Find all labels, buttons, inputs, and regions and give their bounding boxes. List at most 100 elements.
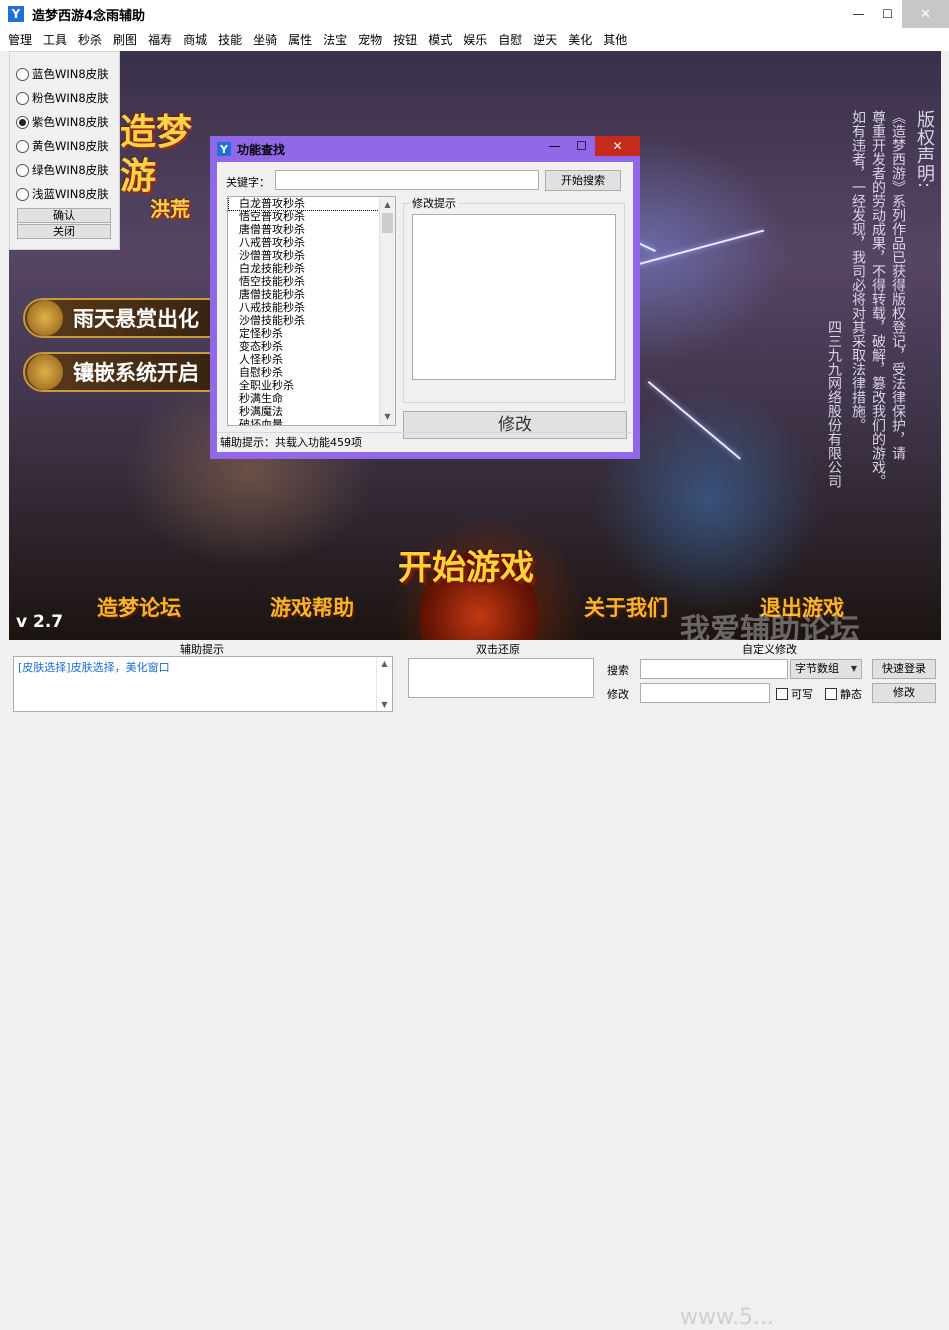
list-item[interactable]: 沙僧技能秒杀 [228, 314, 395, 327]
menu-item-shop[interactable]: 商城 [183, 31, 207, 48]
dialog-maximize-button[interactable]: ☐ [568, 136, 595, 156]
forum-link[interactable]: 造梦论坛 [97, 592, 181, 622]
radio-button-selected[interactable] [16, 115, 29, 129]
list-item[interactable]: 悟空普攻秒杀 [228, 210, 395, 223]
skin-option-label: 粉色WIN8皮肤 [32, 91, 109, 105]
skin-close-button[interactable]: 关闭 [17, 224, 111, 239]
skin-option-yellow[interactable]: 黄色WIN8皮肤 [10, 134, 119, 158]
menu-item-pets[interactable]: 宠物 [358, 31, 382, 48]
about-link[interactable]: 关于我们 [584, 592, 668, 622]
copyright-company: 四三九九网络股份有限公司 [826, 320, 842, 488]
window-title: 造梦西游4念雨辅助 [32, 8, 146, 24]
list-item[interactable]: 秒满生命 [228, 392, 395, 405]
menu-item-other[interactable]: 其他 [603, 31, 627, 48]
radio-button[interactable] [16, 163, 29, 177]
data-type-combo[interactable]: 字节数组 ▼ [790, 659, 862, 679]
list-item[interactable]: 白龙技能秒杀 [228, 262, 395, 275]
scroll-down-icon[interactable]: ▼ [381, 700, 387, 709]
menu-item-fortune[interactable]: 福寿 [148, 31, 172, 48]
radio-button[interactable] [16, 187, 29, 201]
skin-option-green[interactable]: 绿色WIN8皮肤 [10, 158, 119, 182]
menu-item-skills[interactable]: 技能 [218, 31, 242, 48]
static-label: 静态 [840, 688, 862, 701]
list-item[interactable]: 自慰秒杀 [228, 366, 395, 379]
menu-item-mount[interactable]: 坐骑 [253, 31, 277, 48]
skin-confirm-button[interactable]: 确认 [17, 208, 111, 223]
modify-hint-group: 修改提示 [403, 195, 625, 403]
menu-item-mode[interactable]: 模式 [428, 31, 452, 48]
static-checkbox[interactable]: 静态 [825, 686, 862, 702]
dialog-close-button[interactable]: ✕ [595, 136, 640, 156]
search-value-input[interactable] [640, 659, 788, 679]
list-item[interactable]: 秒满魔法 [228, 405, 395, 418]
bounty-icon [27, 300, 63, 336]
dialog-minimize-button[interactable]: — [541, 136, 568, 156]
menu-item-fun[interactable]: 娱乐 [463, 31, 487, 48]
menu-item-instakill[interactable]: 秒杀 [78, 31, 102, 48]
log-scrollbar[interactable]: ▲ ▼ [376, 657, 392, 711]
scroll-down-icon[interactable]: ▼ [380, 409, 395, 425]
radio-button[interactable] [16, 91, 29, 105]
menu-item-farm[interactable]: 刷图 [113, 31, 137, 48]
menu-item-godmode[interactable]: 逆天 [533, 31, 557, 48]
dialog-body: 关键字： 开始搜索 白龙普攻秒杀 悟空普攻秒杀 唐僧普攻秒杀 八戒普攻秒杀 沙僧… [217, 162, 633, 452]
banner-inlay[interactable]: 镶嵌系统开启 [23, 352, 213, 392]
menu-item-treasure[interactable]: 法宝 [323, 31, 347, 48]
skin-option-label: 浅蓝WIN8皮肤 [32, 187, 109, 201]
radio-button[interactable] [16, 67, 29, 81]
function-list[interactable]: 白龙普攻秒杀 悟空普攻秒杀 唐僧普攻秒杀 八戒普攻秒杀 沙僧普攻秒杀 白龙技能秒… [227, 196, 396, 426]
start-search-button[interactable]: 开始搜索 [545, 170, 621, 191]
list-item[interactable]: 八戒技能秒杀 [228, 301, 395, 314]
list-item[interactable]: 沙僧普攻秒杀 [228, 249, 395, 262]
skin-option-purple[interactable]: 紫色WIN8皮肤 [10, 110, 119, 134]
close-button[interactable]: ✕ [902, 0, 949, 28]
list-item[interactable]: 全职业秒杀 [228, 379, 395, 392]
dialog-title-bar[interactable]: Y 功能查找 — ☐ ✕ [217, 136, 640, 162]
start-game-button[interactable]: 开始游戏 [398, 540, 534, 589]
help-link[interactable]: 游戏帮助 [270, 592, 354, 622]
skin-option-lightblue[interactable]: 浅蓝WIN8皮肤 [10, 182, 119, 206]
banner-inlay-label: 镶嵌系统开启 [73, 361, 199, 385]
list-item[interactable]: 八戒普攻秒杀 [228, 236, 395, 249]
list-item[interactable]: 定怪秒杀 [228, 327, 395, 340]
scroll-thumb[interactable] [382, 213, 393, 233]
list-item[interactable]: 悟空技能秒杀 [228, 275, 395, 288]
list-item[interactable]: 唐僧普攻秒杀 [228, 223, 395, 236]
scroll-up-icon[interactable]: ▲ [381, 659, 387, 668]
log-box[interactable]: [皮肤选择]皮肤选择，美化窗口 ▲ ▼ [13, 656, 393, 712]
list-item[interactable]: 唐僧技能秒杀 [228, 288, 395, 301]
modify-button[interactable]: 修改 [872, 683, 936, 703]
scroll-up-icon[interactable]: ▲ [380, 197, 395, 213]
menu-item-manage[interactable]: 管理 [8, 31, 32, 48]
list-scrollbar[interactable]: ▲ ▼ [379, 197, 395, 425]
checkbox-box[interactable] [825, 688, 837, 700]
maximize-button[interactable]: ☐ [873, 0, 902, 28]
skin-option-pink[interactable]: 粉色WIN8皮肤 [10, 86, 119, 110]
list-item[interactable]: 人怪秒杀 [228, 353, 395, 366]
writable-checkbox[interactable]: 可写 [776, 686, 813, 702]
skin-option-label: 黄色WIN8皮肤 [32, 139, 109, 153]
skin-panel: 蓝色WIN8皮肤 粉色WIN8皮肤 紫色WIN8皮肤 黄色WIN8皮肤 绿色WI… [9, 51, 120, 250]
dialog-app-icon: Y [217, 142, 231, 156]
writable-label: 可写 [791, 688, 813, 701]
menu-item-attributes[interactable]: 属性 [288, 31, 312, 48]
keyword-input[interactable] [275, 170, 539, 190]
list-item[interactable]: 白龙普攻秒杀 [228, 197, 380, 211]
skin-option-blue[interactable]: 蓝色WIN8皮肤 [10, 62, 119, 86]
menu-item-beautify[interactable]: 美化 [568, 31, 592, 48]
restore-header: 双击还原 [476, 643, 520, 656]
menu-item-self[interactable]: 自慰 [498, 31, 522, 48]
menu-item-tools[interactable]: 工具 [43, 31, 67, 48]
modify-value-input[interactable] [640, 683, 770, 703]
money-bag-icon [27, 354, 63, 390]
minimize-button[interactable]: — [844, 0, 873, 28]
menu-item-buttons[interactable]: 按钮 [393, 31, 417, 48]
modify-hint-box[interactable] [412, 214, 616, 380]
list-item[interactable]: 变态秒杀 [228, 340, 395, 353]
restore-box[interactable] [408, 658, 594, 698]
list-item[interactable]: 破坏血量 [228, 418, 395, 425]
radio-button[interactable] [16, 139, 29, 153]
banner-bounty[interactable]: 雨天悬赏出化 [23, 298, 213, 338]
checkbox-box[interactable] [776, 688, 788, 700]
quick-login-button[interactable]: 快速登录 [872, 659, 936, 679]
